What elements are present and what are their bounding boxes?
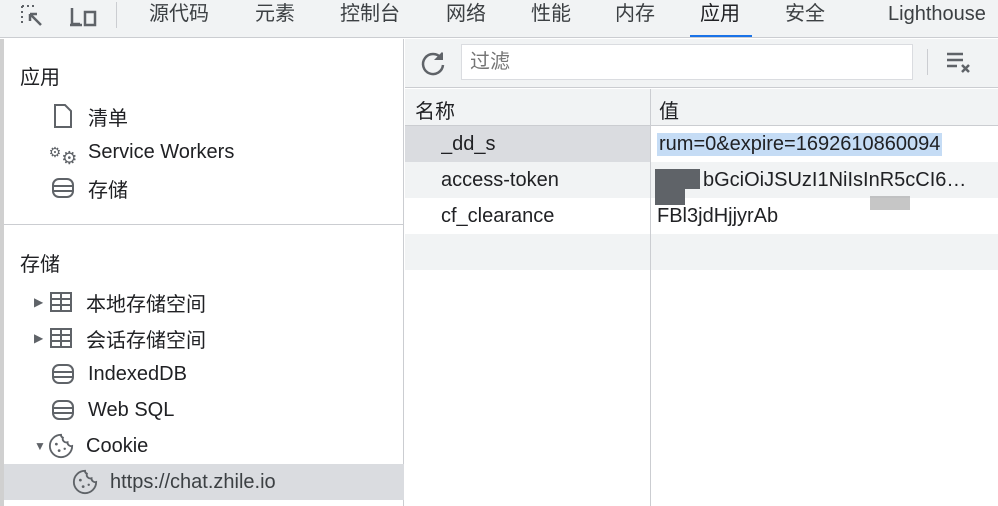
cookies-table: 名称 值 _dd_s rum=0&expire=1692610860094 ac… — [405, 89, 998, 506]
redaction-block — [685, 169, 700, 189]
sidebar-item-session-storage[interactable]: ▶ 会话存储空间 — [4, 320, 404, 356]
divider — [116, 2, 117, 28]
tab-sources[interactable]: 源代码 — [149, 0, 209, 38]
tab-network[interactable]: 网络 — [446, 0, 486, 38]
redaction-block — [655, 169, 685, 205]
section-title-application: 应用 — [20, 67, 60, 89]
tab-security[interactable]: 安全 — [785, 0, 825, 38]
sidebar-item-label: 会话存储空间 — [86, 329, 206, 352]
expand-arrow-icon[interactable]: ▶ — [34, 295, 48, 309]
table-icon — [48, 325, 74, 351]
redaction-block — [870, 196, 910, 210]
sidebar-item-web-sql[interactable]: Web SQL — [4, 392, 404, 428]
cookie-name: cf_clearance — [441, 205, 555, 227]
expand-arrow-icon[interactable]: ▶ — [34, 331, 48, 345]
sidebar-item-label: 存储 — [88, 179, 128, 202]
application-sidebar: 应用 清单 ⚙ ⚙ Service Workers 存储 存储 ▶ 本地存储空间 … — [0, 39, 404, 506]
tab-performance[interactable]: 性能 — [531, 0, 571, 38]
tab-application[interactable]: 应用 — [690, 0, 752, 38]
cookie-icon — [48, 433, 74, 459]
divider — [927, 49, 928, 75]
sidebar-item-cookie[interactable]: ▼ Cookie — [4, 428, 404, 464]
database-icon — [50, 361, 76, 387]
sidebar-item-label: 清单 — [88, 107, 128, 130]
tab-memory[interactable]: 内存 — [615, 0, 655, 38]
clear-all-icon[interactable] — [945, 49, 973, 77]
inspect-element-icon[interactable] — [20, 4, 46, 30]
sidebar-item-local-storage[interactable]: ▶ 本地存储空间 — [4, 284, 404, 320]
sidebar-item-service-workers[interactable]: ⚙ ⚙ Service Workers — [4, 134, 404, 170]
empty-row — [405, 234, 998, 270]
tab-lighthouse[interactable]: Lighthouse — [888, 0, 986, 38]
table-icon — [48, 289, 74, 315]
cookie-value[interactable]: rum=0&expire=1692610860094 — [657, 133, 943, 156]
database-icon — [50, 397, 76, 423]
section-title-storage: 存储 — [20, 254, 60, 276]
device-toolbar-icon[interactable] — [68, 4, 98, 30]
sidebar-item-label: https://chat.zhile.io — [110, 470, 276, 493]
sidebar-item-manifest[interactable]: 清单 — [4, 98, 404, 134]
cookie-name: _dd_s — [441, 133, 496, 155]
table-row[interactable]: access-token bGciOiJSUzI1NiIsInR5cCI6… — [405, 162, 998, 198]
gears-icon: ⚙ ⚙ — [48, 144, 78, 168]
column-header-value[interactable]: 值 — [659, 95, 679, 124]
sidebar-item-label: Service Workers — [88, 140, 235, 163]
column-header-name[interactable]: 名称 — [415, 95, 455, 124]
collapse-arrow-icon[interactable]: ▼ — [34, 439, 48, 453]
filter-input[interactable] — [461, 44, 913, 80]
cookie-name: access-token — [441, 169, 559, 191]
sidebar-item-cookie-origin[interactable]: https://chat.zhile.io — [4, 464, 404, 500]
refresh-icon[interactable] — [419, 49, 447, 77]
sidebar-item-indexeddb[interactable]: IndexedDB — [4, 356, 404, 392]
devtools-tab-bar: 源代码 元素 控制台 网络 性能 内存 应用 安全 Lighthouse — [0, 0, 998, 38]
cookie-icon — [72, 469, 98, 495]
table-header: 名称 值 — [405, 89, 998, 126]
divider — [4, 224, 404, 225]
database-icon — [50, 175, 76, 201]
sidebar-item-label: Cookie — [86, 434, 149, 457]
sidebar-item-label: IndexedDB — [88, 362, 187, 385]
document-icon — [50, 103, 76, 129]
cookie-value: FBl3jdHjjyrAb — [657, 205, 779, 227]
sidebar-item-storage[interactable]: 存储 — [4, 170, 404, 206]
cookie-value: bGciOiJSUzI1NiIsInR5cCI6… — [703, 169, 967, 191]
cookies-toolbar — [405, 39, 998, 88]
sidebar-item-label: 本地存储空间 — [86, 293, 206, 316]
sidebar-item-label: Web SQL — [88, 398, 175, 421]
table-row[interactable]: _dd_s rum=0&expire=1692610860094 — [405, 126, 998, 162]
tab-elements[interactable]: 元素 — [255, 0, 295, 38]
column-divider[interactable] — [650, 89, 651, 506]
tab-console[interactable]: 控制台 — [340, 0, 400, 38]
